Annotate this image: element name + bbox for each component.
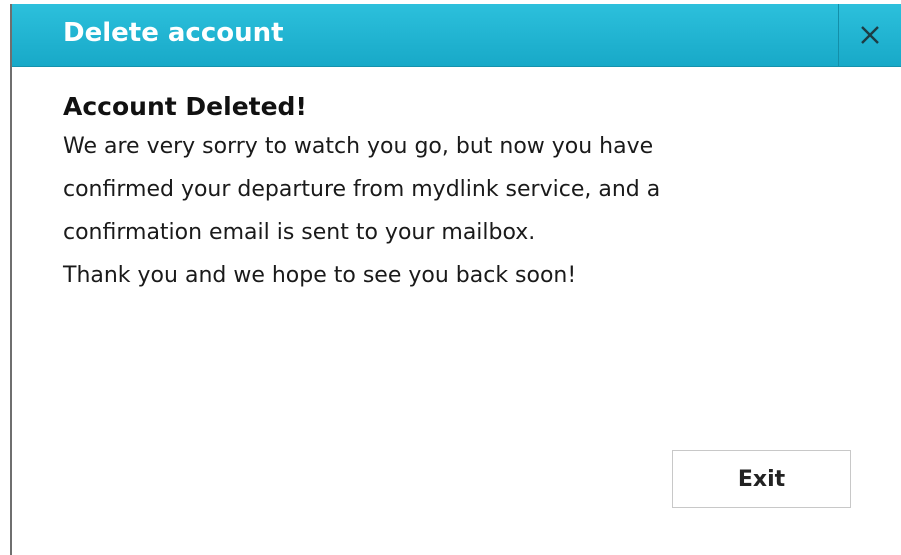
delete-account-dialog: Delete account Account Deleted! We are v… <box>10 4 901 555</box>
message-line: confirmed your departure from mydlink se… <box>63 177 661 202</box>
message-line: Thank you and we hope to see you back so… <box>63 263 577 288</box>
dialog-titlebar: Delete account <box>12 4 901 67</box>
dialog-title: Delete account <box>63 18 284 48</box>
status-heading: Account Deleted! <box>63 92 307 121</box>
dialog-content: Account Deleted! We are very sorry to wa… <box>63 92 863 305</box>
message-line: confirmation email is sent to your mailb… <box>63 220 536 245</box>
message-line: We are very sorry to watch you go, but n… <box>63 134 654 159</box>
close-icon <box>861 26 879 44</box>
close-button[interactable] <box>839 4 901 66</box>
exit-button[interactable]: Exit <box>672 450 851 508</box>
